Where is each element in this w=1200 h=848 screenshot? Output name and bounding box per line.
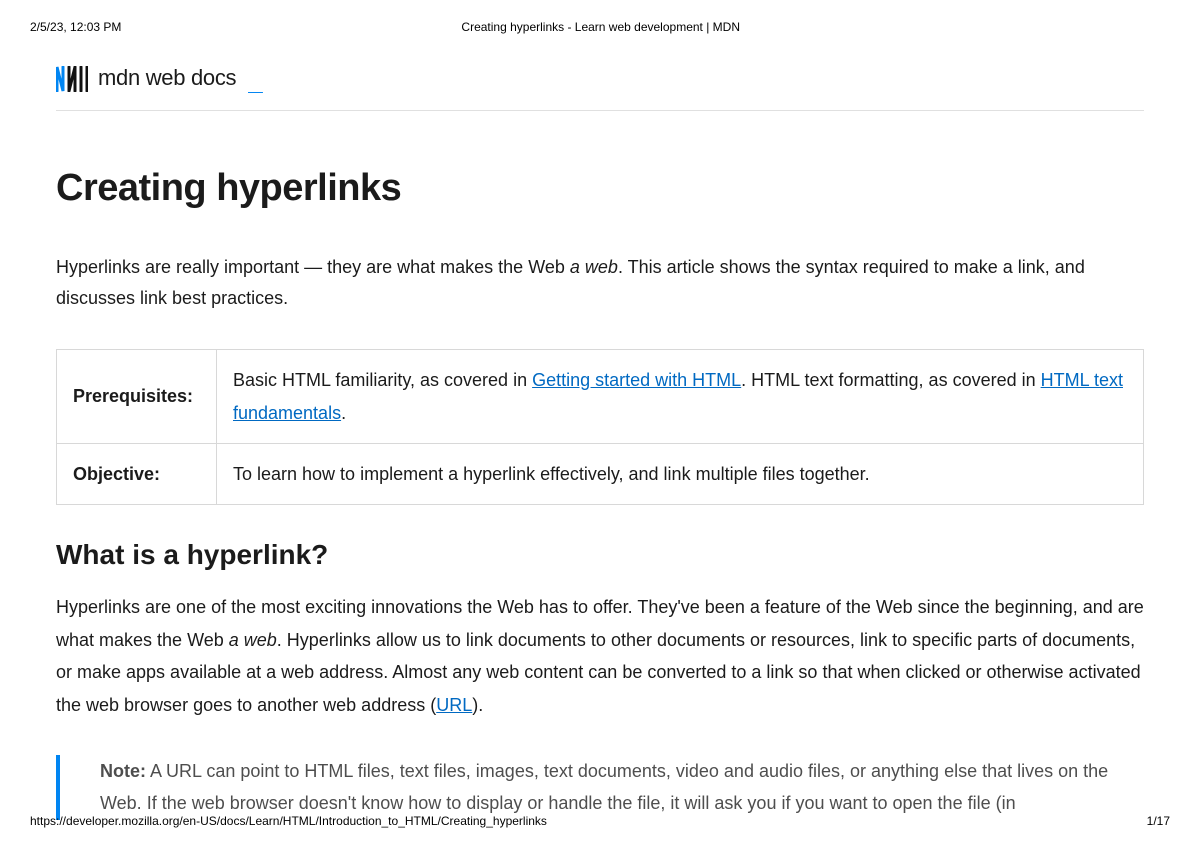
- table-row: Prerequisites: Basic HTML familiarity, a…: [57, 350, 1144, 444]
- prereq-value: Basic HTML familiarity, as covered in Ge…: [217, 350, 1144, 444]
- page-title: Creating hyperlinks: [56, 167, 1144, 210]
- prereq-text-a: Basic HTML familiarity, as covered in: [233, 370, 532, 390]
- site-logo[interactable]: mdn web docs _: [56, 64, 1144, 111]
- note-body: A URL can point to HTML files, text file…: [100, 761, 1108, 813]
- note-text: Note: A URL can point to HTML files, tex…: [100, 755, 1144, 820]
- p1-c: ).: [472, 695, 483, 715]
- intro-paragraph: Hyperlinks are really important — they a…: [56, 252, 1144, 313]
- meta-table: Prerequisites: Basic HTML familiarity, a…: [56, 349, 1144, 505]
- print-page-number: 1/17: [1147, 814, 1170, 828]
- link-getting-started[interactable]: Getting started with HTML: [532, 370, 741, 390]
- body-paragraph: Hyperlinks are one of the most exciting …: [56, 591, 1144, 721]
- print-header-spacer: [1080, 20, 1170, 34]
- table-row: Objective: To learn how to implement a h…: [57, 443, 1144, 504]
- section-heading: What is a hyperlink?: [56, 539, 1144, 571]
- print-url: https://developer.mozilla.org/en-US/docs…: [30, 814, 547, 828]
- print-doc-title: Creating hyperlinks - Learn web developm…: [461, 20, 740, 34]
- prereq-text-c: .: [341, 403, 346, 423]
- print-timestamp: 2/5/23, 12:03 PM: [30, 20, 121, 34]
- objective-value: To learn how to implement a hyperlink ef…: [217, 443, 1144, 504]
- p1-em: a web: [229, 630, 277, 650]
- link-url[interactable]: URL: [436, 695, 472, 715]
- prereq-label: Prerequisites:: [57, 350, 217, 444]
- brand-underscore: _: [248, 71, 262, 92]
- note-label: Note:: [100, 761, 146, 781]
- note-callout: Note: A URL can point to HTML files, tex…: [56, 755, 1144, 820]
- mdn-logo-icon: [56, 64, 88, 92]
- print-header: 2/5/23, 12:03 PM Creating hyperlinks - L…: [0, 0, 1200, 34]
- print-footer: https://developer.mozilla.org/en-US/docs…: [30, 814, 1170, 828]
- brand-name: mdn web docs: [98, 65, 236, 91]
- objective-label: Objective:: [57, 443, 217, 504]
- prereq-text-b: . HTML text formatting, as covered in: [741, 370, 1040, 390]
- intro-em: a web: [570, 257, 618, 277]
- intro-text-a: Hyperlinks are really important — they a…: [56, 257, 570, 277]
